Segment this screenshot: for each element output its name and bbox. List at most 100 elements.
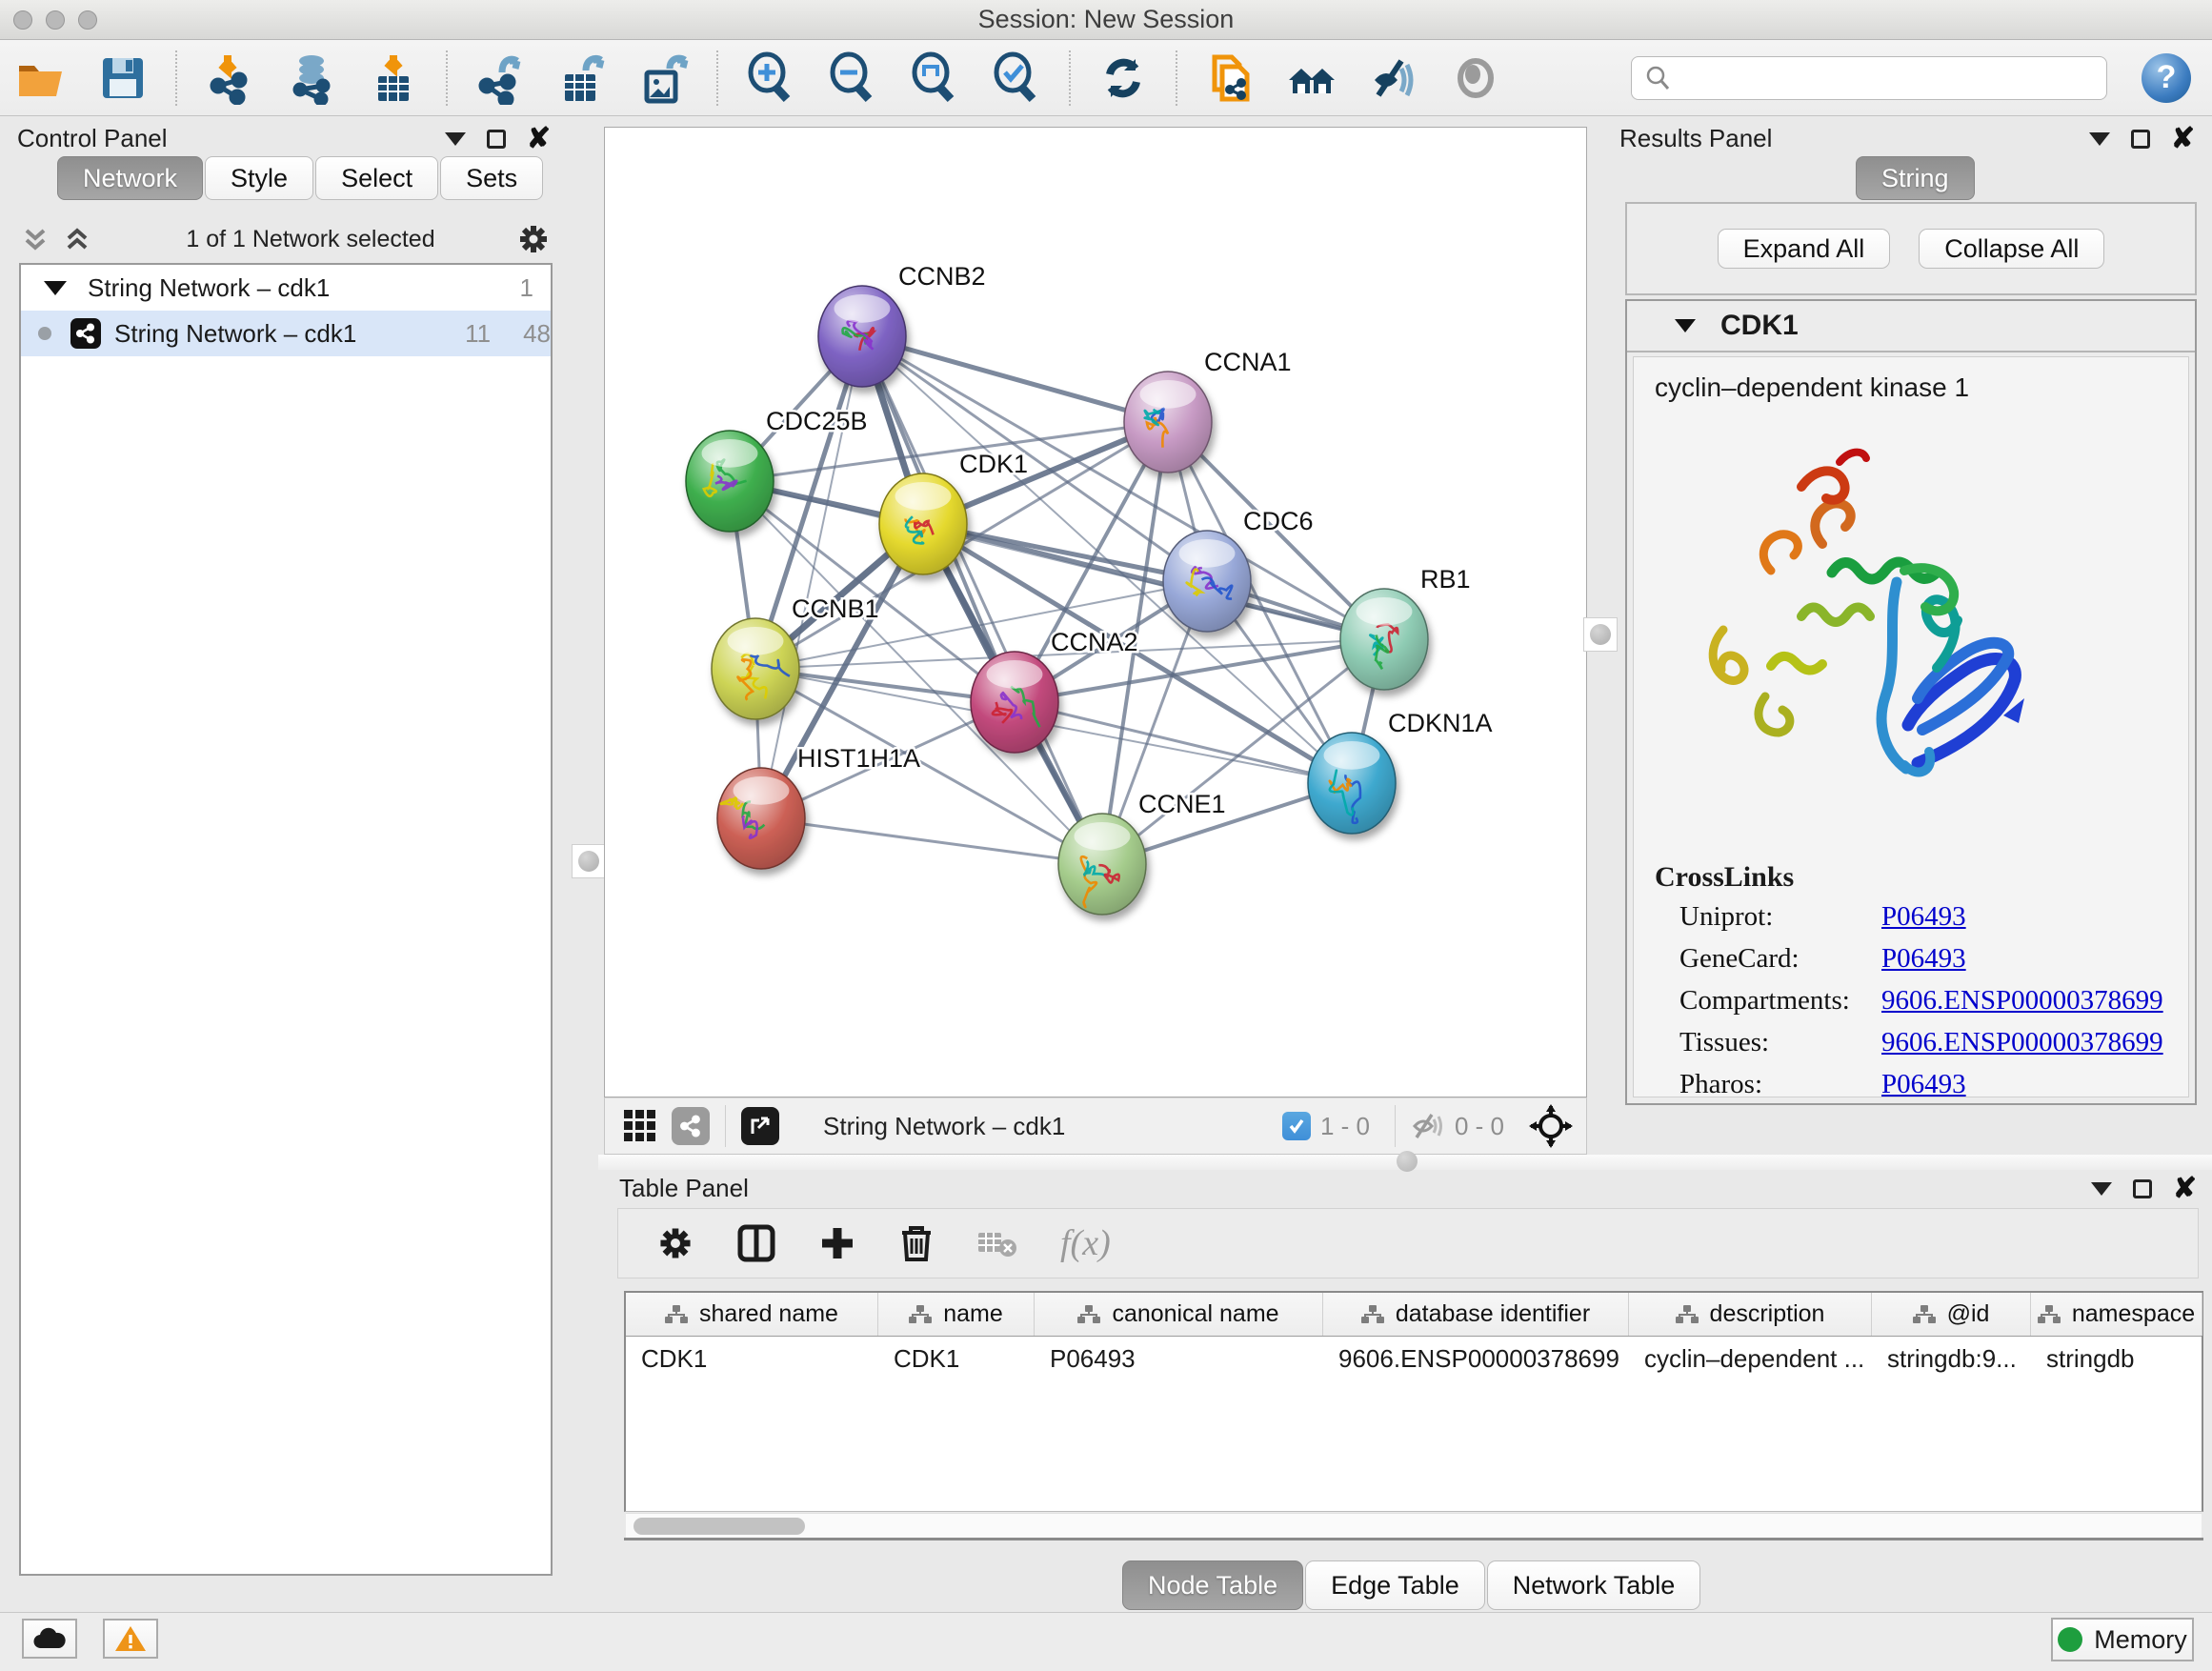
network-node-CCNA1[interactable]: CCNA1	[1124, 348, 1292, 473]
refresh-icon[interactable]	[1096, 50, 1151, 106]
column-header-namespace[interactable]: namespace	[2031, 1293, 2202, 1336]
tab-style[interactable]: Style	[205, 156, 313, 200]
table-row[interactable]: CDK1CDK1P064939606.ENSP00000378699cyclin…	[626, 1337, 2202, 1380]
network-options-gear-icon[interactable]	[516, 222, 551, 256]
show-all-icon[interactable]	[1448, 50, 1503, 106]
hide-selection-icon[interactable]	[1366, 50, 1421, 106]
network-node-RB1[interactable]: RB1	[1340, 565, 1471, 690]
zoom-out-icon[interactable]	[825, 50, 880, 106]
delete-column-trash-icon[interactable]	[898, 1223, 935, 1263]
save-session-icon[interactable]	[95, 50, 151, 106]
export-image-icon[interactable]	[636, 50, 692, 106]
table-cell[interactable]: CDK1	[878, 1337, 1035, 1380]
grid-view-icon[interactable]	[622, 1108, 658, 1144]
network-node-CCNA2[interactable]: CCNA2	[971, 628, 1138, 753]
column-header-description[interactable]: description	[1629, 1293, 1872, 1336]
network-collection-row[interactable]: String Network – cdk1 1	[21, 265, 551, 311]
table-panel-menu-icon[interactable]	[2091, 1182, 2112, 1196]
tab-edge-table[interactable]: Edge Table	[1305, 1560, 1485, 1610]
crosslink-link[interactable]: P06493	[1881, 1069, 1966, 1098]
table-panel-float-icon[interactable]	[2133, 1179, 2152, 1198]
tab-network-table[interactable]: Network Table	[1487, 1560, 1701, 1610]
memory-button[interactable]: Memory	[2051, 1618, 2194, 1661]
table-cell[interactable]: 9606.ENSP00000378699	[1323, 1337, 1629, 1380]
crosslink-link[interactable]: P06493	[1881, 901, 1966, 933]
network-node-CCNB2[interactable]: CCNB2	[818, 262, 986, 387]
network-graph[interactable]: CCNB2CCNA1CDC25BCDK1CDC6RB1CCNB1CCNA2CDK…	[605, 128, 1586, 1097]
show-columns-icon[interactable]	[736, 1223, 776, 1263]
results-entry-header[interactable]: CDK1	[1627, 301, 2195, 352]
results-panel-float-icon[interactable]	[2131, 130, 2150, 149]
splitter-grip-icon[interactable]	[1397, 1151, 1418, 1172]
zoom-selected-icon[interactable]	[989, 50, 1044, 106]
control-panel-close-icon[interactable]: ✘	[527, 130, 551, 149]
tab-string[interactable]: String	[1856, 156, 1975, 200]
export-network-icon[interactable]	[473, 50, 528, 106]
tab-node-table[interactable]: Node Table	[1122, 1560, 1303, 1610]
open-in-new-window-icon[interactable]	[741, 1107, 779, 1145]
left-splitter-handle[interactable]	[572, 844, 606, 878]
expand-all-icon[interactable]	[63, 225, 91, 253]
results-panel-close-icon[interactable]: ✘	[2171, 130, 2195, 149]
zoom-in-icon[interactable]	[743, 50, 798, 106]
tab-network[interactable]: Network	[57, 156, 203, 200]
table-cell[interactable]: CDK1	[626, 1337, 878, 1380]
network-view-mode-icon[interactable]	[672, 1107, 710, 1145]
crosslink-link[interactable]: P06493	[1881, 943, 1966, 975]
network-node-HIST1H1A[interactable]: HIST1H1A	[717, 744, 920, 869]
scrollbar-thumb[interactable]	[633, 1518, 805, 1535]
import-network-from-database-icon[interactable]	[284, 50, 339, 106]
import-network-from-file-icon[interactable]	[202, 50, 257, 106]
open-session-icon[interactable]	[13, 50, 69, 106]
expand-all-button[interactable]: Expand All	[1718, 229, 1891, 269]
create-column-plus-icon[interactable]	[818, 1224, 856, 1262]
network-edge[interactable]	[761, 818, 1102, 864]
column-header-databaseidentifier[interactable]: database identifier	[1323, 1293, 1629, 1336]
crosslink-link[interactable]: 9606.ENSP00000378699	[1881, 985, 2163, 1017]
network-canvas[interactable]: CCNB2CCNA1CDC25BCDK1CDC6RB1CCNB1CCNA2CDK…	[604, 127, 1587, 1097]
tab-sets[interactable]: Sets	[440, 156, 543, 200]
crosslink-link[interactable]: 9606.ENSP00000378699	[1881, 1027, 2163, 1058]
search-input[interactable]	[1672, 63, 2091, 92]
column-header-name[interactable]: name	[878, 1293, 1035, 1336]
fit-center-crosshair-icon[interactable]	[1529, 1104, 1573, 1148]
table-header-row: shared namenamecanonical namedatabase id…	[626, 1293, 2202, 1337]
export-table-icon[interactable]	[554, 50, 610, 106]
column-header-sharedname[interactable]: shared name	[626, 1293, 878, 1336]
horizontal-splitter[interactable]	[598, 1155, 2212, 1170]
column-header-canonicalname[interactable]: canonical name	[1035, 1293, 1323, 1336]
control-panel-menu-icon[interactable]	[445, 132, 466, 146]
table-cell[interactable]: P06493	[1035, 1337, 1323, 1380]
tab-select[interactable]: Select	[315, 156, 438, 200]
collapse-all-button[interactable]: Collapse All	[1919, 229, 2104, 269]
selected-count-checkbox[interactable]	[1282, 1112, 1311, 1140]
results-panel-menu-icon[interactable]	[2089, 132, 2110, 146]
table-options-gear-icon[interactable]	[656, 1224, 694, 1262]
network-node-CCNE1[interactable]: CCNE1	[1058, 790, 1226, 915]
column-header-id[interactable]: @id	[1872, 1293, 2031, 1336]
zoom-fit-icon[interactable]	[907, 50, 962, 106]
table-cell[interactable]: stringdb:9...	[1872, 1337, 2031, 1380]
entry-expander-icon[interactable]	[1675, 319, 1696, 332]
network-node-CCNB1[interactable]: CCNB1	[712, 594, 879, 719]
control-panel-float-icon[interactable]	[487, 130, 506, 149]
table-horizontal-scrollbar[interactable]	[626, 1513, 2202, 1538]
collection-expander-icon[interactable]	[44, 281, 67, 295]
network-node-CDC25B[interactable]: CDC25B	[686, 407, 868, 532]
table-cell[interactable]: cyclin–dependent ...	[1629, 1337, 1872, 1380]
network-edge[interactable]	[862, 336, 1102, 864]
warning-status-button[interactable]	[103, 1619, 158, 1659]
new-network-from-selection-icon[interactable]	[1202, 50, 1257, 106]
network-node-CDKN1A[interactable]: CDKN1A	[1308, 709, 1493, 834]
table-panel-bottom-border	[624, 1538, 2203, 1540]
help-icon[interactable]: ?	[2142, 53, 2191, 103]
table-cell[interactable]: stringdb	[2031, 1337, 2202, 1380]
collapse-all-icon[interactable]	[21, 225, 50, 253]
cloud-status-button[interactable]	[22, 1619, 77, 1659]
first-neighbors-icon[interactable]	[1284, 50, 1339, 106]
import-table-from-file-icon[interactable]	[366, 50, 421, 106]
network-row[interactable]: String Network – cdk1 11 48	[21, 311, 551, 356]
table-panel-close-icon[interactable]: ✘	[2173, 1179, 2197, 1198]
right-splitter-handle[interactable]	[1583, 617, 1618, 652]
toolbar-search-field[interactable]	[1631, 56, 2107, 100]
